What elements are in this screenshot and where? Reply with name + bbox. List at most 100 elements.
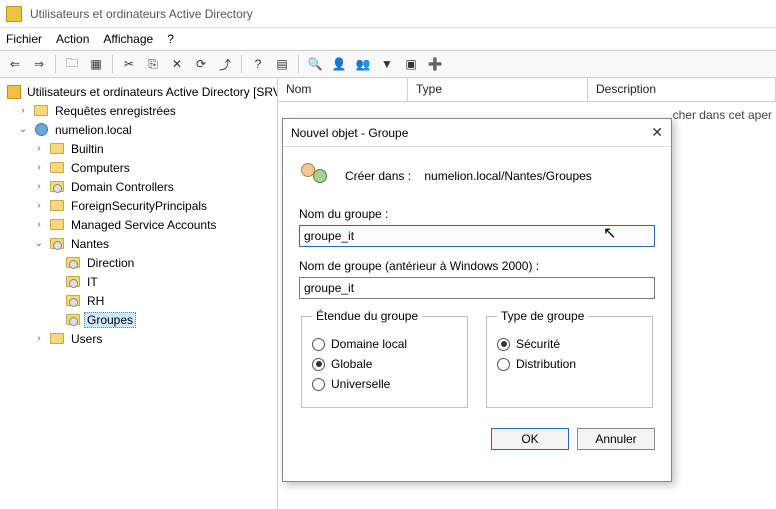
folder-icon bbox=[50, 200, 64, 211]
collapse-icon[interactable]: ⌄ bbox=[16, 124, 30, 135]
empty-hint: cher dans cet aper bbox=[673, 108, 772, 122]
menu-action[interactable]: Action bbox=[56, 32, 89, 46]
tree-users[interactable]: ›Users bbox=[2, 329, 275, 348]
back-button[interactable]: ⇐ bbox=[4, 53, 26, 75]
tree-nantes[interactable]: ⌄ Nantes bbox=[2, 234, 275, 253]
ou-icon bbox=[50, 238, 64, 249]
type-legend: Type de groupe bbox=[497, 309, 588, 323]
cancel-button[interactable]: Annuler bbox=[577, 428, 655, 450]
tree-fsp[interactable]: ›ForeignSecurityPrincipals bbox=[2, 196, 275, 215]
titlebar: Utilisateurs et ordinateurs Active Direc… bbox=[0, 0, 776, 28]
group-name2000-input[interactable] bbox=[299, 277, 655, 299]
scope-universal-radio[interactable]: Universelle bbox=[312, 377, 457, 391]
group-name-input[interactable] bbox=[299, 225, 655, 247]
tree-label: RH bbox=[84, 294, 107, 308]
tree-label: Direction bbox=[84, 256, 137, 270]
expand-icon[interactable]: › bbox=[32, 162, 46, 173]
close-button[interactable]: ✕ bbox=[651, 124, 663, 141]
type-fieldset: Type de groupe Sécurité Distribution bbox=[486, 309, 653, 408]
tree-rh[interactable]: RH bbox=[2, 291, 275, 310]
folder-icon bbox=[50, 162, 64, 173]
tree-label: Nantes bbox=[68, 237, 112, 251]
menu-file[interactable]: Fichier bbox=[6, 32, 42, 46]
scope-local-radio[interactable]: Domaine local bbox=[312, 337, 457, 351]
ou-icon bbox=[66, 314, 80, 325]
collapse-icon[interactable]: ⌄ bbox=[32, 238, 46, 249]
tree-computers[interactable]: › Computers bbox=[2, 158, 275, 177]
properties-icon[interactable]: ▤ bbox=[271, 53, 293, 75]
scope-legend: Étendue du groupe bbox=[312, 309, 422, 323]
tree-label: Groupes bbox=[84, 312, 136, 328]
tree-domain-controllers[interactable]: › Domain Controllers bbox=[2, 177, 275, 196]
radio-icon bbox=[312, 338, 325, 351]
scope-global-radio[interactable]: Globale bbox=[312, 357, 457, 371]
up-button[interactable]: 🗀 bbox=[61, 53, 83, 75]
folder-icon bbox=[34, 105, 48, 116]
ou-icon bbox=[66, 257, 80, 268]
tree-saved-queries[interactable]: ›Requêtes enregistrées bbox=[2, 101, 275, 120]
filter-icon[interactable]: ▼ bbox=[376, 53, 398, 75]
ok-button[interactable]: OK bbox=[491, 428, 569, 450]
dialog-titlebar: Nouvel objet - Groupe ✕ bbox=[283, 119, 671, 147]
ou-icon bbox=[66, 276, 80, 287]
refresh-icon[interactable]: ⟳ bbox=[190, 53, 212, 75]
column-description[interactable]: Description bbox=[588, 78, 776, 101]
app-icon bbox=[6, 6, 22, 22]
tree-label: Builtin bbox=[68, 142, 107, 156]
tree-label: Computers bbox=[68, 161, 133, 175]
expand-icon[interactable]: › bbox=[32, 181, 46, 192]
tree-msa[interactable]: ›Managed Service Accounts bbox=[2, 215, 275, 234]
group-name2000-label: Nom de groupe (antérieur à Windows 2000)… bbox=[299, 259, 655, 273]
radio-icon bbox=[497, 338, 510, 351]
ou-icon bbox=[66, 295, 80, 306]
aduc-icon bbox=[7, 85, 21, 99]
expand-icon[interactable]: › bbox=[32, 143, 46, 154]
toolbar-separator bbox=[298, 55, 299, 73]
tree-builtin[interactable]: › Builtin bbox=[2, 139, 275, 158]
new-user-icon[interactable]: 👤 bbox=[328, 53, 350, 75]
radio-label: Distribution bbox=[516, 357, 576, 371]
forward-button[interactable]: ⇒ bbox=[28, 53, 50, 75]
view-button[interactable]: ▦ bbox=[85, 53, 107, 75]
toolbar-separator bbox=[55, 55, 56, 73]
column-nom[interactable]: Nom bbox=[278, 78, 408, 101]
domain-icon bbox=[35, 123, 48, 136]
tree-groupes[interactable]: Groupes bbox=[2, 310, 275, 329]
menubar: Fichier Action Affichage ? bbox=[0, 28, 776, 50]
menu-help[interactable]: ? bbox=[167, 32, 174, 46]
cut-icon[interactable]: ✂ bbox=[118, 53, 140, 75]
new-ou-icon[interactable]: ▣ bbox=[400, 53, 422, 75]
type-distribution-radio[interactable]: Distribution bbox=[497, 357, 642, 371]
radio-icon bbox=[312, 358, 325, 371]
tree-root[interactable]: Utilisateurs et ordinateurs Active Direc… bbox=[2, 82, 275, 101]
copy-icon[interactable]: ⎘ bbox=[142, 53, 164, 75]
expand-icon[interactable]: › bbox=[32, 219, 46, 230]
new-group-icon[interactable]: 👥 bbox=[352, 53, 374, 75]
tree-view[interactable]: Utilisateurs et ordinateurs Active Direc… bbox=[0, 78, 278, 509]
expand-icon[interactable]: › bbox=[32, 200, 46, 211]
column-type[interactable]: Type bbox=[408, 78, 588, 101]
tree-it[interactable]: IT bbox=[2, 272, 275, 291]
add-to-group-icon[interactable]: ➕ bbox=[424, 53, 446, 75]
folder-icon bbox=[50, 143, 64, 154]
tree-label: Domain Controllers bbox=[68, 180, 177, 194]
radio-label: Sécurité bbox=[516, 337, 560, 351]
type-security-radio[interactable]: Sécurité bbox=[497, 337, 642, 351]
group-name-label: Nom du groupe : bbox=[299, 207, 655, 221]
toolbar-separator bbox=[112, 55, 113, 73]
export-icon[interactable]: ⤴ bbox=[214, 53, 236, 75]
menu-view[interactable]: Affichage bbox=[103, 32, 153, 46]
toolbar-separator bbox=[241, 55, 242, 73]
folder-icon bbox=[50, 219, 64, 230]
create-in-label: Créer dans : bbox=[345, 169, 411, 183]
tree-domain[interactable]: ⌄ numelion.local bbox=[2, 120, 275, 139]
dialog-title: Nouvel objet - Groupe bbox=[291, 126, 408, 140]
tree-label: numelion.local bbox=[52, 123, 135, 137]
tree-direction[interactable]: Direction bbox=[2, 253, 275, 272]
expand-icon[interactable]: › bbox=[32, 333, 46, 344]
delete-icon[interactable]: ✕ bbox=[166, 53, 188, 75]
help-icon[interactable]: ? bbox=[247, 53, 269, 75]
expand-icon[interactable]: › bbox=[16, 105, 30, 116]
find-icon[interactable]: 🔍 bbox=[304, 53, 326, 75]
radio-label: Domaine local bbox=[331, 337, 407, 351]
